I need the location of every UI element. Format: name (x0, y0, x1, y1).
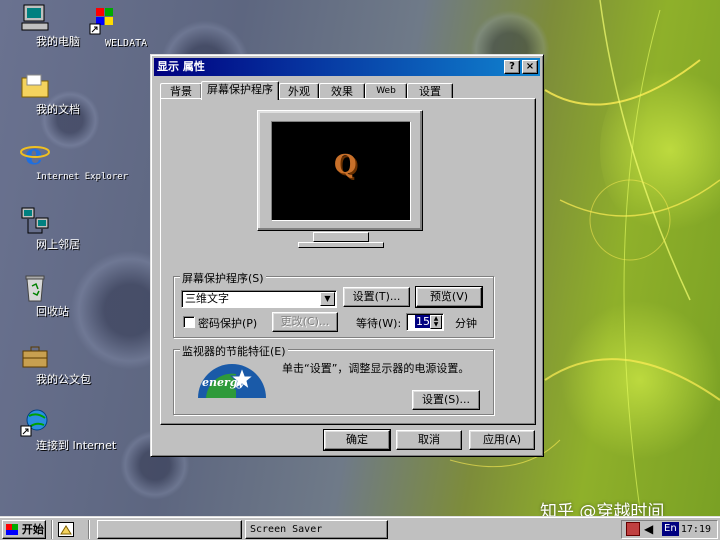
tab-appearance[interactable]: 外观 (279, 83, 319, 99)
monitor-preview: Q (257, 110, 423, 231)
energy-star-logo: energy (196, 362, 268, 398)
window-title: 显示 属性 (157, 60, 205, 73)
briefcase-icon (19, 340, 51, 372)
task-label: Screen Saver (250, 524, 323, 535)
change-password-button[interactable]: 更改(C)... (272, 312, 338, 332)
tab-web[interactable]: Web (365, 83, 407, 99)
tab-settings[interactable]: 设置 (407, 83, 453, 99)
system-tray: ◀ En 17:19 (621, 520, 718, 539)
desktop-icon-network-neighborhood[interactable]: 网上邻居 (0, 205, 80, 251)
close-button[interactable]: × (522, 60, 538, 74)
help-button[interactable]: ? (504, 60, 520, 74)
screensaver-select[interactable]: 三维文字 ▼ (181, 290, 337, 308)
wait-label: 等待(W): (356, 317, 402, 330)
desktop-icon-label: 连接到 Internet (36, 439, 117, 452)
windows-shortcut-icon (88, 4, 120, 36)
preview-screen: Q (271, 121, 411, 221)
network-icon (19, 205, 51, 237)
quicklaunch-divider (51, 520, 53, 539)
screensaver-group-label: 屏幕保护程序(S) (180, 270, 266, 286)
clock[interactable]: 17:19 (681, 521, 711, 538)
energy-settings-button[interactable]: 设置(S)... (412, 390, 480, 410)
desktop-icon-label: Internet Explorer (36, 172, 129, 182)
start-button[interactable]: 开始 (2, 520, 46, 539)
tray-app-icon[interactable] (626, 522, 640, 536)
tab-screensaver[interactable]: 屏幕保护程序 (201, 81, 279, 100)
desktop-icon-label: 我的公文包 (36, 373, 91, 386)
windows-logo-icon (6, 524, 18, 535)
chevron-down-icon[interactable]: ▼ (320, 292, 335, 306)
desktop-icon-weldata[interactable]: WELDATA (69, 4, 147, 49)
desktop-icon-my-documents[interactable]: 我的文档 (0, 70, 80, 116)
display-properties-window: 显示 属性 ? × 背景 屏幕保护程序 外观 效果 Web 设置 Q 屏幕保护程… (150, 54, 544, 457)
screensaver-preview-button[interactable]: 预览(V) (415, 286, 483, 308)
desktop-icon-label: 我的文档 (36, 103, 80, 116)
spinner-arrows-icon[interactable]: ▲ ▼ (430, 315, 442, 329)
desktop-icon-recycle-bin[interactable]: 回收站 (0, 272, 70, 318)
svg-text:e: e (25, 138, 43, 169)
energy-logo-text: energy (202, 376, 244, 389)
energy-group: 监视器的节能特征(E) energy 单击“设置”，调整显示器的电源设置。 设置… (173, 343, 494, 415)
internet-explorer-icon: e (19, 137, 51, 171)
quicklaunch-desktop-icon[interactable] (58, 522, 74, 537)
energy-group-label: 监视器的节能特征(E) (180, 343, 288, 359)
screensaver-settings-button[interactable]: 设置(T)... (343, 287, 410, 307)
computer-icon (19, 2, 51, 34)
recycle-bin-icon (19, 272, 51, 304)
start-label: 开始 (21, 523, 44, 536)
connect-internet-icon (19, 406, 51, 438)
preview-3d-text: Q (334, 150, 357, 180)
folder-icon (19, 70, 51, 102)
screensaver-selected-value: 三维文字 (185, 292, 229, 305)
cancel-button[interactable]: 取消 (396, 430, 462, 450)
tab-background[interactable]: 背景 (160, 83, 202, 99)
desktop-icon-connect-internet[interactable]: 连接到 Internet (0, 406, 116, 452)
taskbar: 开始 Screen Saver ◀ En 17:19 (0, 516, 720, 540)
desktop-icon-briefcase[interactable]: 我的公文包 (0, 340, 91, 386)
wait-minutes-input[interactable]: 15 ▲ ▼ (406, 313, 444, 331)
energy-description: 单击“设置”，调整显示器的电源设置。 (282, 362, 470, 375)
password-checkbox[interactable] (183, 316, 195, 328)
taskbar-task-screensaver[interactable]: Screen Saver (245, 520, 388, 539)
desktop-icon-label: 回收站 (36, 305, 69, 318)
monitor-base (298, 242, 384, 248)
wait-minutes-value: 15 (415, 315, 431, 328)
desktop-icon-internet-explorer[interactable]: e Internet Explorer (0, 137, 128, 182)
language-indicator[interactable]: En (662, 522, 679, 536)
screensaver-group: 屏幕保护程序(S) 三维文字 ▼ 设置(T)... 预览(V) 密码保护(P) … (173, 270, 494, 338)
monitor-stand (313, 232, 369, 242)
window-titlebar[interactable]: 显示 属性 ? × (154, 58, 540, 76)
apply-button[interactable]: 应用(A) (469, 430, 535, 450)
ok-button[interactable]: 确定 (323, 429, 391, 451)
password-label: 密码保护(P) (198, 317, 258, 330)
volume-icon[interactable]: ◀ (644, 521, 653, 538)
wait-unit-label: 分钟 (455, 317, 477, 330)
taskbar-divider (88, 520, 90, 539)
taskbar-task-empty[interactable] (97, 520, 242, 539)
desktop-icon-my-computer[interactable]: 我的电脑 (0, 2, 80, 48)
tab-effects[interactable]: 效果 (319, 83, 365, 99)
desktop-icon-label: WELDATA (105, 38, 148, 49)
desktop-icon-label: 网上邻居 (36, 238, 80, 251)
screensaver-panel: Q 屏幕保护程序(S) 三维文字 ▼ 设置(T)... 预览(V) 密码保护(P… (160, 98, 536, 425)
